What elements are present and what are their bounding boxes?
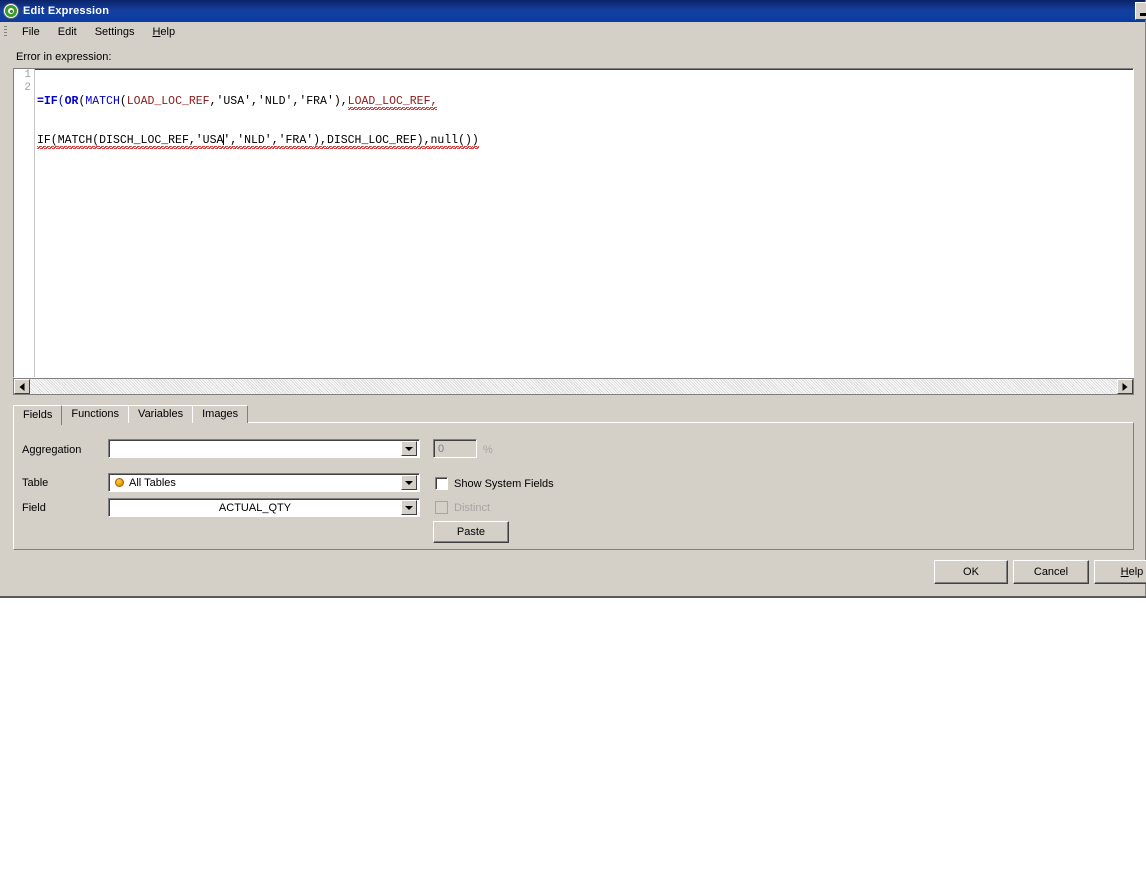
menu-settings[interactable]: Settings — [86, 24, 144, 40]
edit-expression-dialog: Edit Expression File Edit Settings Help … — [0, 0, 1146, 598]
menu-bar: File Edit Settings Help — [0, 22, 1145, 43]
token-comma: , — [209, 95, 217, 108]
tab-fields[interactable]: Fields — [13, 405, 63, 425]
checkbox-box[interactable] — [435, 477, 448, 490]
orange-dot-icon — [115, 478, 124, 487]
scroll-right-arrow-icon[interactable] — [1117, 379, 1133, 394]
window-title: Edit Expression — [23, 5, 110, 17]
expression-code[interactable]: =IF(OR(MATCH(LOAD_LOC_REF,'USA','NLD','F… — [37, 69, 1133, 173]
qlikview-target-icon — [3, 3, 19, 19]
aggregation-percent-field: 0 — [433, 439, 477, 458]
token-field-disch-loc-ref: DISCH_LOC_REF, — [99, 134, 196, 149]
tab-variables[interactable]: Variables — [128, 405, 194, 423]
window-controls — [1135, 2, 1146, 20]
menu-file[interactable]: File — [13, 24, 49, 40]
ok-button[interactable]: OK — [934, 560, 1008, 584]
table-label: Table — [22, 477, 49, 489]
token-comma: , — [340, 95, 348, 108]
menu-grip-handle[interactable] — [4, 26, 7, 38]
token-paren: ( — [119, 95, 127, 108]
token-string-fra: 'FRA' — [299, 95, 334, 108]
expression-line-2: IF(MATCH(DISCH_LOC_REF,'USA','NLD','FRA'… — [37, 134, 1133, 149]
expression-editor[interactable]: 1 2 =IF(OR(MATCH(LOAD_LOC_REF,'USA','NLD… — [13, 68, 1134, 378]
token-if: IF( — [37, 134, 58, 149]
token-paren: ( — [57, 95, 65, 108]
token-paren: ), — [313, 134, 327, 149]
line-number-gutter: 1 2 — [14, 69, 35, 377]
token-string-usa: 'USA — [195, 134, 224, 149]
checkbox-box — [435, 501, 448, 514]
line-number: 2 — [24, 82, 31, 94]
restore-icon — [1140, 13, 1146, 16]
tab-strip: Fields Functions Variables Images — [13, 405, 1134, 425]
show-system-fields-checkbox[interactable]: Show System Fields — [435, 477, 554, 490]
token-null-function: null() — [430, 134, 472, 149]
tab-functions[interactable]: Functions — [61, 405, 130, 423]
dialog-bottom-edge — [0, 596, 1146, 598]
table-combo[interactable]: All Tables — [108, 473, 420, 492]
tab-images[interactable]: Images — [192, 405, 249, 423]
token-paren: ) — [471, 134, 479, 149]
expression-line-1: =IF(OR(MATCH(LOAD_LOC_REF,'USA','NLD','F… — [37, 95, 1133, 110]
menu-edit[interactable]: Edit — [49, 24, 86, 40]
aggregation-combo[interactable] — [108, 439, 420, 458]
distinct-label: Distinct — [454, 501, 491, 514]
token-string-nld: 'NLD' — [237, 134, 272, 149]
token-string-nld: 'NLD' — [257, 95, 293, 108]
token-field-load-loc-ref: LOAD_LOC_REF — [126, 95, 210, 108]
field-value: ACTUAL_QTY — [218, 501, 292, 514]
token-equals: = — [37, 95, 44, 108]
table-value-wrap: All Tables — [109, 477, 401, 489]
field-combo[interactable]: ACTUAL_QTY — [108, 498, 420, 517]
token-comma: , — [271, 134, 279, 149]
token-field-disch-loc-ref-2: DISCH_LOC_REF) — [326, 134, 424, 149]
token-field-load-loc-ref-error: LOAD_LOC_REF, — [347, 95, 438, 110]
field-label: Field — [22, 502, 46, 514]
token-paren: ) — [333, 95, 341, 108]
screen-root: Edit Expression File Edit Settings Help … — [0, 0, 1146, 882]
menu-help[interactable]: Help — [143, 24, 184, 40]
chevron-down-icon[interactable] — [401, 500, 417, 515]
chevron-down-icon[interactable] — [401, 475, 417, 490]
aggregation-label: Aggregation — [22, 444, 82, 456]
token-match: MATCH( — [57, 134, 100, 149]
error-in-expression-label: Error in expression: — [16, 51, 112, 63]
paste-button[interactable]: Paste — [433, 521, 509, 543]
token-if: IF — [43, 95, 58, 108]
token-string-fra: 'FRA' — [278, 134, 314, 149]
title-bar: Edit Expression — [0, 0, 1146, 22]
token-or: OR — [64, 95, 79, 108]
distinct-checkbox: Distinct — [435, 501, 490, 514]
scroll-left-arrow-icon[interactable] — [14, 379, 30, 394]
editor-horizontal-scrollbar[interactable] — [13, 378, 1134, 395]
token-string-usa: 'USA' — [216, 95, 252, 108]
show-system-fields-label: Show System Fields — [454, 477, 554, 490]
chevron-down-icon[interactable] — [401, 441, 417, 456]
percent-symbol-label: % — [483, 444, 493, 456]
token-match: MATCH — [85, 95, 120, 108]
aggregation-percent-value: 0 — [438, 442, 445, 455]
line-number: 1 — [24, 69, 31, 81]
table-value: All Tables — [129, 476, 176, 489]
restore-window-button[interactable] — [1135, 2, 1146, 20]
token-comma: , — [251, 95, 258, 108]
cancel-button[interactable]: Cancel — [1013, 560, 1089, 584]
help-button[interactable]: Help — [1094, 560, 1146, 584]
